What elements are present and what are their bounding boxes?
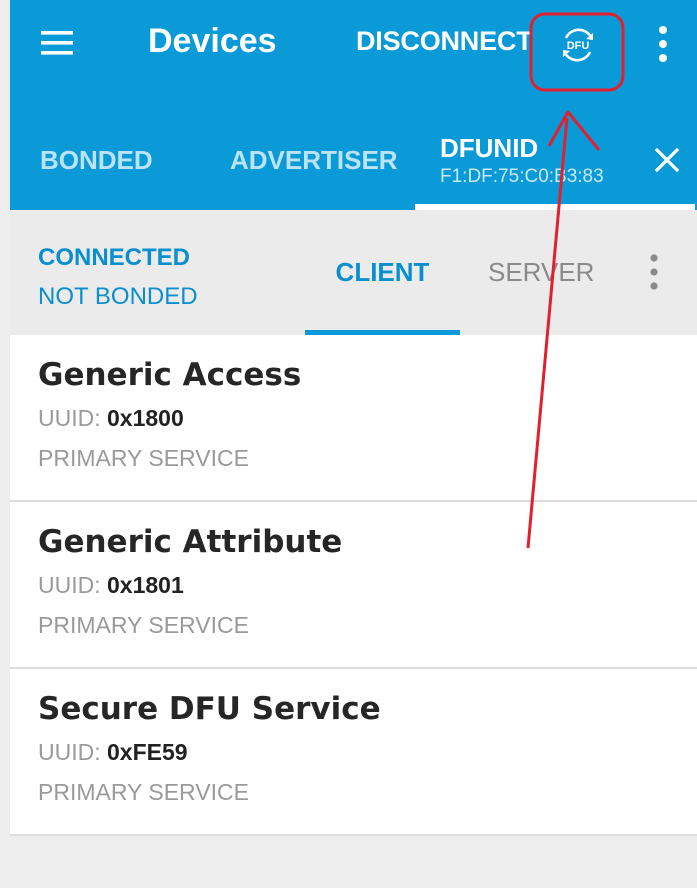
service-name: Generic Access <box>38 357 302 393</box>
device-tabs: BONDED ADVERTISER DFUNID F1:DF:75:C0:B3:… <box>10 110 697 210</box>
service-item[interactable]: Generic Attribute UUID: 0x1801 PRIMARY S… <box>10 502 697 669</box>
service-name: Secure DFU Service <box>38 691 381 727</box>
dfu-icon: DFU <box>563 28 593 62</box>
service-type: PRIMARY SERVICE <box>38 612 249 638</box>
uuid-label: UUID: <box>38 739 101 765</box>
service-type: PRIMARY SERVICE <box>38 779 249 805</box>
service-uuid: UUID: 0xFE59 <box>38 739 188 766</box>
tab-server[interactable]: SERVER <box>488 210 594 335</box>
service-uuid: UUID: 0x1801 <box>38 572 184 599</box>
tab-client[interactable]: CLIENT <box>305 210 460 335</box>
disconnect-button[interactable]: DISCONNECT <box>356 26 533 57</box>
device-name: DFUNID <box>440 132 539 163</box>
service-item[interactable]: Generic Access UUID: 0x1800 PRIMARY SERV… <box>10 335 697 502</box>
uuid-value: 0xFE59 <box>107 739 188 765</box>
uuid-value: 0x1801 <box>107 572 184 598</box>
uuid-value: 0x1800 <box>107 405 184 431</box>
toolbar-overflow-button[interactable] <box>643 16 683 72</box>
more-vert-icon <box>659 26 667 62</box>
uuid-label: UUID: <box>38 572 101 598</box>
tab-bonded[interactable]: BONDED <box>40 110 153 210</box>
menu-icon <box>41 31 73 55</box>
dfu-icon-label: DFU <box>567 40 590 52</box>
service-name: Generic Attribute <box>38 524 343 560</box>
device-address: F1:DF:75:C0:B3:83 <box>440 165 604 187</box>
uuid-label: UUID: <box>38 405 101 431</box>
connection-overflow-button[interactable] <box>634 244 674 300</box>
service-type: PRIMARY SERVICE <box>38 445 249 471</box>
tab-client-label: CLIENT <box>335 257 430 287</box>
app-bar: Devices DISCONNECT DFU BONDED ADVERTISER… <box>10 0 697 210</box>
dfu-button[interactable]: DFU <box>553 20 603 70</box>
service-item[interactable]: Secure DFU Service UUID: 0xFE59 PRIMARY … <box>10 669 697 836</box>
close-device-tab-button[interactable] <box>645 138 689 182</box>
menu-button[interactable] <box>32 18 82 68</box>
service-list: Generic Access UUID: 0x1800 PRIMARY SERV… <box>10 335 697 836</box>
service-uuid: UUID: 0x1800 <box>38 405 184 432</box>
tab-advertiser[interactable]: ADVERTISER <box>230 110 398 210</box>
bond-state: NOT BONDED <box>38 283 198 310</box>
connection-status: CONNECTED NOT BONDED <box>38 238 198 316</box>
connection-bar: CONNECTED NOT BONDED CLIENT SERVER <box>10 210 697 335</box>
connection-state: CONNECTED <box>38 244 191 271</box>
toolbar: Devices DISCONNECT DFU <box>10 0 697 90</box>
close-icon <box>655 148 679 172</box>
more-vert-icon <box>650 254 658 290</box>
page-title: Devices <box>148 22 277 60</box>
